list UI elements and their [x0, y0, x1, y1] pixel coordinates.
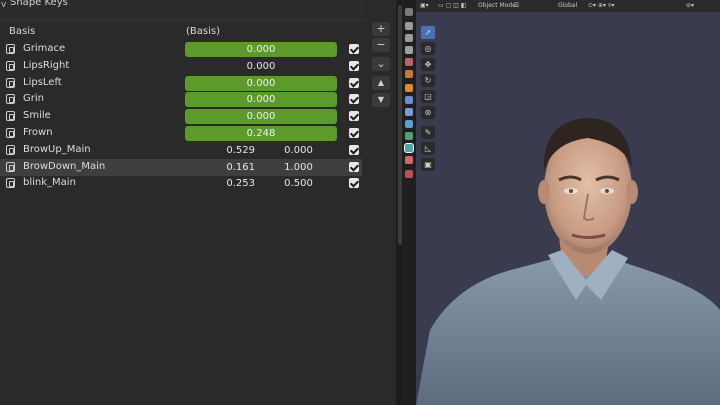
panel-title: Shape Keys [10, 0, 68, 8]
add-shape-key-button[interactable]: + [372, 22, 390, 36]
shape-key-mute-checkbox[interactable] [349, 60, 359, 71]
move-up-button[interactable]: ▲ [372, 76, 390, 90]
shape-key-mute-checkbox[interactable] [349, 178, 359, 189]
left-ear-shape [538, 180, 550, 204]
properties-tab-strip [402, 0, 416, 405]
select-tool-icon[interactable]: ➚ [421, 26, 435, 39]
shape-key-name[interactable]: Grimace [23, 43, 65, 54]
shape-key-value-slider[interactable]: 0.000 [185, 42, 337, 57]
shape-key-icon [6, 178, 15, 189]
transform-tool-icon[interactable]: ⊛ [421, 106, 435, 119]
viewport-toolbar: ➚ ◎ ✥ ↻ ◲ ⊛ ✎ ◺ ▣ [420, 26, 436, 171]
output-tab-icon[interactable] [405, 34, 413, 42]
shape-key-name[interactable]: BrowDown_Main [23, 161, 105, 172]
shape-key-icon [6, 128, 15, 138]
render-tab-icon[interactable] [405, 22, 413, 30]
editor-type-icon[interactable]: ▣▾ [420, 2, 429, 9]
world-tab-icon[interactable] [405, 70, 413, 78]
annotate-tool-icon[interactable]: ✎ [421, 126, 435, 139]
measure-tool-icon[interactable]: ◺ [421, 142, 435, 155]
data-tab-icon[interactable] [404, 143, 414, 153]
shape-key-second-value-field[interactable]: 0.000 [260, 143, 337, 158]
shape-key-value-field[interactable]: 0.253 [185, 176, 255, 191]
remove-shape-key-button[interactable]: − [372, 38, 390, 52]
shape-key-name[interactable]: LipsLeft [23, 77, 62, 88]
view-layer-tab-icon[interactable] [405, 46, 413, 54]
right-ear-shape [626, 180, 638, 204]
shape-key-second-value-field[interactable]: 0.500 [260, 176, 337, 191]
shape-key-name[interactable]: LipsRight [23, 60, 69, 71]
shape-key-mute-checkbox[interactable] [349, 128, 359, 138]
shape-key-name[interactable]: Smile [23, 110, 51, 121]
shape-key-icon [6, 111, 15, 122]
shape-key-value-slider[interactable]: 0.000 [185, 75, 337, 91]
shape-key-icon [6, 60, 15, 71]
shape-key-side-toolbar: + − ⌄ ▲ ▼ [366, 0, 396, 405]
texture-tab-icon[interactable] [405, 170, 413, 178]
move-tool-icon[interactable]: ✥ [421, 58, 435, 71]
pivot-icons[interactable]: ⊙▾ ⊕▾ ⌾▾ [588, 2, 615, 10]
shape-key-value-field[interactable]: 0.000 [185, 59, 337, 74]
shape-key-mute-checkbox[interactable] [349, 94, 359, 105]
shape-key-name[interactable]: Frown [23, 127, 53, 138]
shape-key-row[interactable]: LipsLeft 0.000 [0, 75, 362, 92]
cursor-tool-icon[interactable]: ◎ [421, 42, 435, 55]
shape-key-second-value-field[interactable]: 1.000 [260, 160, 337, 175]
shape-key-icon [6, 94, 15, 105]
shape-key-mute-checkbox[interactable] [349, 77, 359, 88]
view-menu-icon[interactable]: ☰ [514, 2, 519, 9]
panel-collapse-icon[interactable]: v [1, 0, 6, 10]
orientation-dropdown[interactable]: Global [558, 2, 577, 9]
object-mode-dropdown[interactable]: Object Mode [478, 2, 516, 9]
shape-key-specials-button[interactable]: ⌄ [372, 57, 390, 71]
shape-key-row[interactable]: LipsRight 0.000 [0, 58, 362, 75]
column-header-name: Basis [9, 26, 36, 37]
column-header-value: (Basis) [186, 26, 220, 37]
tool-tab-icon[interactable] [405, 8, 413, 16]
scale-tool-icon[interactable]: ◲ [421, 90, 435, 103]
scene-tab-icon[interactable] [405, 58, 413, 66]
shape-key-row[interactable]: Smile 0.000 [0, 108, 362, 125]
shape-keys-panel: v Shape Keys Basis (Basis) Grimace 0.000 L… [0, 0, 366, 405]
shape-key-icon [6, 161, 15, 172]
shape-key-row[interactable]: BrowDown_Main 0.161 1.000 [0, 158, 362, 176]
shape-key-value-field[interactable]: 0.161 [185, 160, 255, 175]
shape-key-row[interactable]: Grin 0.000 [0, 91, 362, 108]
viewport-header: ▣▾ ▭ ▢ ◫ ◧ Object Mode ☰ Global ⊙▾ ⊕▾ ⌾▾… [416, 0, 720, 12]
viewport-render [416, 0, 720, 405]
add-cube-tool-icon[interactable]: ▣ [421, 158, 435, 171]
constraints-tab-icon[interactable] [405, 132, 413, 140]
shape-key-row[interactable]: blink_Main 0.253 0.500 [0, 175, 362, 192]
shape-key-mute-checkbox[interactable] [349, 161, 359, 172]
shape-key-icon [6, 77, 15, 88]
shape-key-mute-checkbox[interactable] [349, 144, 359, 155]
shape-key-value-field[interactable]: 0.529 [185, 143, 255, 158]
shape-key-value-slider[interactable]: 0.000 [185, 92, 337, 108]
modifier-tab-icon[interactable] [405, 96, 413, 104]
shape-key-value-slider[interactable]: 0.000 [185, 109, 337, 125]
3d-viewport[interactable] [416, 0, 720, 405]
object-tab-icon[interactable] [405, 84, 413, 92]
shape-key-icon [6, 44, 15, 54]
panel-header[interactable]: v Shape Keys [0, 0, 366, 18]
shape-key-mute-checkbox[interactable] [349, 111, 359, 122]
shape-key-name[interactable]: BrowUp_Main [23, 144, 91, 155]
shape-key-row[interactable]: BrowUp_Main 0.529 0.000 [0, 142, 362, 159]
shape-key-row[interactable]: Frown 0.248 [0, 125, 362, 142]
mode-icons[interactable]: ▭ ▢ ◫ ◧ [438, 2, 466, 9]
shape-key-name[interactable]: blink_Main [23, 177, 76, 188]
gizmo-icons[interactable]: ⊘▾ [686, 2, 694, 9]
move-down-button[interactable]: ▼ [372, 93, 390, 107]
material-tab-icon[interactable] [405, 156, 413, 164]
particles-tab-icon[interactable] [405, 108, 413, 116]
physics-tab-icon[interactable] [405, 120, 413, 128]
shape-key-row[interactable]: Grimace 0.000 [0, 41, 362, 58]
shape-key-name[interactable]: Grin [23, 93, 44, 104]
shape-key-mute-checkbox[interactable] [349, 44, 359, 54]
shape-key-icon [6, 144, 15, 155]
shape-key-value-slider[interactable]: 0.248 [185, 126, 337, 141]
rotate-tool-icon[interactable]: ↻ [421, 74, 435, 87]
